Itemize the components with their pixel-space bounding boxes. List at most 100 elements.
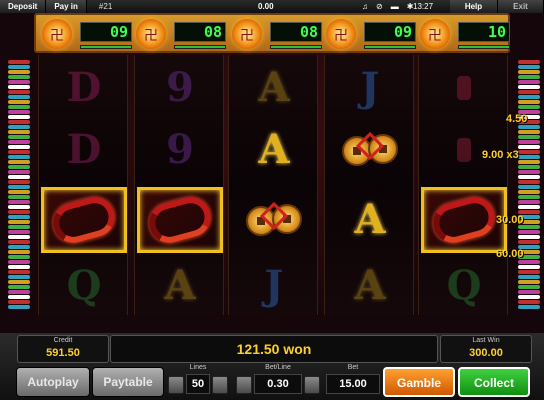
coin-stack xyxy=(8,260,30,264)
coin-stack xyxy=(8,135,30,139)
collect-button[interactable]: Collect xyxy=(458,367,530,397)
coin-stack xyxy=(8,245,30,249)
line-win-2: 9.00 x3 xyxy=(482,149,519,161)
coin-stack xyxy=(518,300,540,304)
lantern-symbol xyxy=(457,76,471,100)
gamble-button[interactable]: Gamble xyxy=(383,367,455,397)
reel-cell: Q xyxy=(39,255,129,317)
credit-label: Credit xyxy=(53,337,73,344)
coin-stack xyxy=(518,160,540,164)
coin-stack xyxy=(518,100,540,104)
line-win-3: 30.00 xyxy=(496,214,524,226)
lantern-icon xyxy=(420,19,450,49)
coin-stack xyxy=(518,270,540,274)
coin-stack xyxy=(8,305,30,309)
dragon-symbol xyxy=(41,187,127,253)
symbol-A: A xyxy=(258,64,290,111)
counter-bar-2 xyxy=(174,45,226,49)
counter-3: 08 xyxy=(270,22,322,42)
paytable-button[interactable]: Paytable xyxy=(92,367,164,397)
coin-stack xyxy=(518,200,540,204)
coin-stack xyxy=(518,65,540,69)
coin-stack xyxy=(8,100,30,104)
symbol-D: D xyxy=(66,64,102,111)
reel-cell: A xyxy=(229,57,319,119)
coin-stack xyxy=(8,85,30,89)
coin-stack xyxy=(518,60,540,64)
lantern-icon xyxy=(136,19,166,49)
coin-stack xyxy=(8,285,30,289)
header-band: 09 08 08 09 10 xyxy=(34,13,510,53)
credit-value: 591.50 xyxy=(46,347,80,359)
lines-decrease-button[interactable] xyxy=(168,376,184,394)
coin-stack xyxy=(8,195,30,199)
coin-stack xyxy=(8,115,30,119)
reel-cell: A xyxy=(135,255,225,317)
coin-stack xyxy=(8,250,30,254)
screen-icon[interactable]: ▬ xyxy=(391,0,399,13)
top-balance: 0.00 xyxy=(258,2,274,11)
coin-stack xyxy=(518,240,540,244)
counter-2: 08 xyxy=(174,22,226,42)
exit-button[interactable]: Exit xyxy=(498,0,544,13)
coin-stack xyxy=(8,70,30,74)
autoplay-button[interactable]: Autoplay xyxy=(16,367,90,397)
dragon-icon xyxy=(144,192,216,248)
music-note-icon[interactable]: ♫ xyxy=(362,0,368,13)
coin-stack xyxy=(8,165,30,169)
coin-stack xyxy=(8,125,30,129)
coin-stack xyxy=(8,290,30,294)
bet-line-increase-button[interactable] xyxy=(304,376,320,394)
deposit-button[interactable]: Deposit xyxy=(0,0,47,13)
coin-stack xyxy=(8,180,30,184)
bet-line-decrease-button[interactable] xyxy=(236,376,252,394)
last-win-display: Last Win 300.00 xyxy=(440,335,532,363)
symbol-9: 9 xyxy=(166,64,194,111)
coin-stack xyxy=(518,165,540,169)
line-win-4: 60.00 xyxy=(496,248,524,260)
reel-cell: A xyxy=(325,189,415,251)
coin-stack xyxy=(8,60,30,64)
coin-stack xyxy=(518,190,540,194)
counter-bar-5 xyxy=(458,45,510,49)
coin-stack xyxy=(8,295,30,299)
coin-stack xyxy=(518,185,540,189)
symbol-9: 9 xyxy=(166,126,194,173)
coins-symbol xyxy=(338,130,402,170)
counter-5: 10 xyxy=(458,22,510,42)
coin-stack xyxy=(8,270,30,274)
help-button[interactable]: Help xyxy=(450,0,498,13)
sound-off-icon[interactable]: ⊘ xyxy=(376,0,383,13)
reel-cell xyxy=(419,57,509,119)
coin-stack xyxy=(518,235,540,239)
reel-cell: A xyxy=(325,255,415,317)
coin-stack xyxy=(518,80,540,84)
symbol-A: A xyxy=(354,196,386,243)
symbol-J: J xyxy=(264,262,284,309)
reel-cell: J xyxy=(325,57,415,119)
coin-stack xyxy=(518,150,540,154)
coin-stack xyxy=(8,240,30,244)
reel-2: 9 9 A xyxy=(134,55,224,315)
symbol-Q: Q xyxy=(446,262,482,309)
coin-stack xyxy=(518,75,540,79)
coin-stack xyxy=(8,175,30,179)
lines-increase-button[interactable] xyxy=(212,376,228,394)
left-coin-pillar xyxy=(8,60,30,310)
coin-stack xyxy=(518,95,540,99)
reel-4: J AA xyxy=(324,55,414,315)
coin-stack xyxy=(518,175,540,179)
lines-value: 50 xyxy=(186,374,210,394)
reel-cell: D xyxy=(39,57,129,119)
coin-stack xyxy=(518,280,540,284)
counter-bar-4 xyxy=(364,45,416,49)
reel-cell: D xyxy=(39,119,129,181)
pay-in-button[interactable]: Pay in xyxy=(46,0,87,13)
coin-stack xyxy=(8,205,30,209)
reel-cell: 9 xyxy=(135,57,225,119)
coin-stack xyxy=(8,160,30,164)
last-win-label: Last Win xyxy=(472,337,500,344)
coin-stack xyxy=(8,80,30,84)
reel-5: Q xyxy=(418,55,508,315)
reel-cell xyxy=(229,189,319,251)
